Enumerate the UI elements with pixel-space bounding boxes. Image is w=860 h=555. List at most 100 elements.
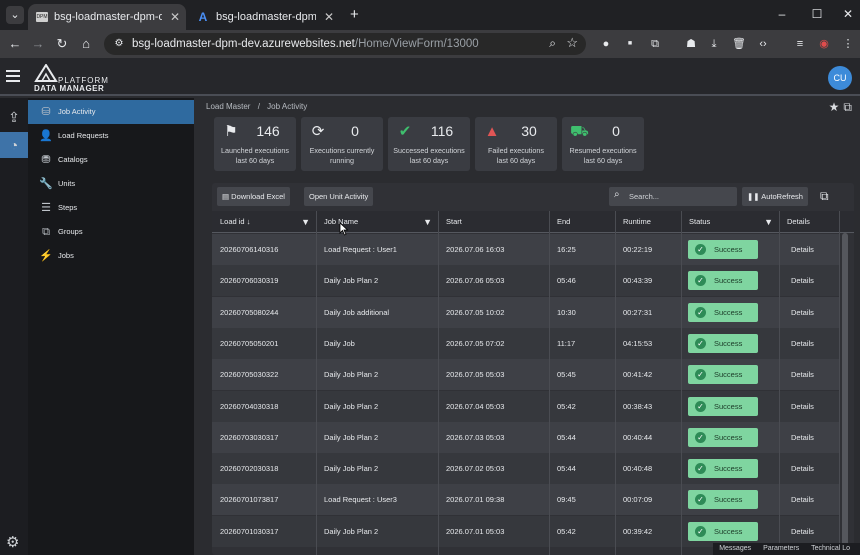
- breadcrumb-load-master[interactable]: Load Master: [206, 102, 250, 111]
- details-link[interactable]: Details: [779, 328, 814, 359]
- media-icon[interactable]: ≡: [792, 36, 808, 52]
- sidebar-item-label: Units: [58, 179, 76, 188]
- cell-job-name: Load Request : User1: [324, 245, 397, 254]
- sidebar-item-groups[interactable]: ⧉ Groups: [28, 220, 194, 244]
- user-avatar[interactable]: CU: [828, 66, 852, 90]
- status-badge: ✓ Success: [688, 490, 758, 510]
- upload-icon[interactable]: ⇪: [0, 104, 28, 130]
- column-start[interactable]: Start: [438, 211, 549, 233]
- open-external-icon[interactable]: ⧉: [843, 100, 852, 114]
- address-bar: ← → ↻ ⌂ ⚙ bsg-loadmaster-dpm-dev.azurewe…: [0, 30, 860, 58]
- sidebar-item-job-activity[interactable]: ⛁ Job Activity: [28, 100, 194, 124]
- browser-menu-icon[interactable]: ⋮: [840, 36, 856, 52]
- site-info-icon[interactable]: ⚙: [112, 37, 126, 51]
- check-icon: ✓: [695, 494, 706, 506]
- groups-icon: ⧉: [42, 226, 50, 238]
- details-link[interactable]: Details: [779, 453, 814, 484]
- load-master-icon[interactable]: ◔: [0, 132, 28, 158]
- technical-log-tab[interactable]: Technical Lo: [811, 545, 850, 552]
- settings-gear-icon[interactable]: ⚙: [6, 533, 19, 551]
- sidebar-item-jobs[interactable]: ⚡ Jobs: [28, 244, 194, 268]
- profile-icon[interactable]: ◉: [816, 36, 832, 52]
- column-label: Details: [787, 217, 810, 226]
- details-link[interactable]: Details: [779, 297, 814, 328]
- status-badge: ✓ Success: [688, 459, 758, 479]
- table-row[interactable]: 20260701073817 Load Request : User3 2026.0…: [212, 484, 840, 516]
- forward-icon[interactable]: →: [29, 35, 47, 53]
- column-runtime[interactable]: Runtime: [615, 211, 681, 233]
- parameters-tab[interactable]: Parameters: [763, 545, 799, 552]
- check-icon: ✓: [695, 463, 706, 475]
- details-link[interactable]: Details: [779, 359, 814, 390]
- new-tab-button[interactable]: +: [350, 7, 359, 23]
- browser-tab-active[interactable]: DPM bsg-loadmaster-dpm-dev.azurewebsites…: [28, 4, 186, 30]
- sidebar-item-units[interactable]: 🔧 Units: [28, 172, 194, 196]
- back-icon[interactable]: ←: [6, 35, 24, 53]
- truck-icon: ⛟: [570, 123, 589, 140]
- favorite-star-icon[interactable]: ★: [829, 100, 840, 114]
- home-icon[interactable]: ⌂: [77, 35, 95, 53]
- devtools-icon[interactable]: ‹›: [755, 36, 771, 52]
- sidebar-item-steps[interactable]: ☰ Steps: [28, 196, 194, 220]
- kpi-caption-sub: last 60 days: [496, 156, 536, 165]
- download-icon[interactable]: ⤓: [706, 36, 722, 52]
- cell-runtime: 04:15:53: [623, 338, 653, 348]
- incognito-icon[interactable]: ☗: [683, 36, 699, 52]
- hamburger-menu-icon[interactable]: [6, 70, 20, 82]
- cell-start: 2026.07.01 05:03: [446, 526, 505, 536]
- zoom-icon[interactable]: ⌕: [549, 36, 556, 51]
- vertical-scrollbar[interactable]: [842, 233, 848, 551]
- download-excel-button[interactable]: ▤ Download Excel: [217, 187, 290, 206]
- table-row[interactable]: 20260705080244 Daily Job additional 2026.0…: [212, 296, 840, 328]
- tab-search-button[interactable]: ⌄: [6, 6, 24, 24]
- close-window-icon[interactable]: ✕: [838, 6, 858, 22]
- minimize-icon[interactable]: –: [772, 6, 792, 22]
- cell-load-id: 20260706030319: [220, 276, 279, 286]
- details-link[interactable]: Details: [779, 391, 814, 422]
- close-tab-icon[interactable]: ✕: [324, 4, 334, 30]
- search-input[interactable]: ⌕ Search...: [609, 187, 737, 206]
- column-details[interactable]: Details: [779, 211, 839, 233]
- column-job-name[interactable]: Job Name ▼: [316, 211, 438, 233]
- bookmark-star-icon[interactable]: ☆: [566, 35, 578, 51]
- table-row[interactable]: 20260706140316 Load Request : User1 2026.0…: [212, 234, 840, 265]
- table-row[interactable]: 20260703030317 Daily Job Plan 2 2026.07.03…: [212, 421, 840, 453]
- column-load-id[interactable]: Load id ↓ ▼: [212, 211, 316, 233]
- kpi-successed-executions: ✔ 116 Successed executions last 60 days: [388, 117, 470, 171]
- messages-tab[interactable]: Messages: [719, 545, 751, 552]
- trash-icon[interactable]: 🗑: [731, 36, 747, 52]
- column-end[interactable]: End: [549, 211, 615, 233]
- sidebar-item-load-requests[interactable]: 👤 Load Requests: [28, 124, 194, 148]
- table-row[interactable]: 20260704030318 Daily Job Plan 2 2026.07.04…: [212, 390, 840, 422]
- table-row[interactable]: 20260705050201 Daily Job 2026.07.05 07:02 1…: [212, 327, 840, 359]
- url-field[interactable]: ⚙ bsg-loadmaster-dpm-dev.azurewebsites.n…: [104, 33, 586, 55]
- extension-badge-icon[interactable]: ■: [622, 36, 638, 52]
- filter-icon[interactable]: ▼: [423, 211, 432, 233]
- table-row[interactable]: 20260705030322 Daily Job Plan 2 2026.07.05…: [212, 359, 840, 391]
- extension-password-icon[interactable]: ●: [598, 36, 614, 52]
- kpi-caption-sub: last 60 days: [409, 156, 449, 165]
- close-tab-icon[interactable]: ✕: [170, 4, 180, 30]
- reload-icon[interactable]: ↻: [53, 35, 71, 53]
- details-link[interactable]: Details: [779, 422, 814, 453]
- autorefresh-button[interactable]: ❚❚ AutoRefresh: [742, 187, 808, 206]
- details-link[interactable]: Details: [779, 484, 814, 515]
- status-badge: ✓ Success: [688, 271, 758, 291]
- column-status[interactable]: Status ▼: [681, 211, 779, 233]
- status-bar: Messages Parameters Technical Lo: [713, 543, 860, 555]
- status-label: Success: [714, 464, 743, 474]
- maximize-icon[interactable]: ☐: [807, 6, 827, 22]
- popout-icon[interactable]: ⧉: [820, 189, 829, 204]
- sidebar-item-catalogs[interactable]: ⛃ Catalogs: [28, 148, 194, 172]
- details-link[interactable]: Details: [779, 234, 814, 265]
- details-link[interactable]: Details: [779, 265, 814, 296]
- cell-end: 05:42: [557, 526, 576, 536]
- filter-icon[interactable]: ▼: [301, 211, 310, 233]
- browser-tab-azure[interactable]: A bsg-loadmaster-dpm-dev - Microsoft Azu…: [190, 4, 340, 30]
- table-row[interactable]: 20260706030319 Daily Job Plan 2 2026.07.06…: [212, 265, 840, 297]
- filter-icon[interactable]: ▼: [764, 211, 773, 233]
- open-unit-activity-button[interactable]: Open Unit Activity: [304, 187, 374, 206]
- cell-runtime: 00:40:44: [623, 432, 653, 442]
- table-row[interactable]: 20260702030318 Daily Job Plan 2 2026.07.02…: [212, 453, 840, 485]
- extensions-puzzle-icon[interactable]: ⧉: [647, 36, 663, 52]
